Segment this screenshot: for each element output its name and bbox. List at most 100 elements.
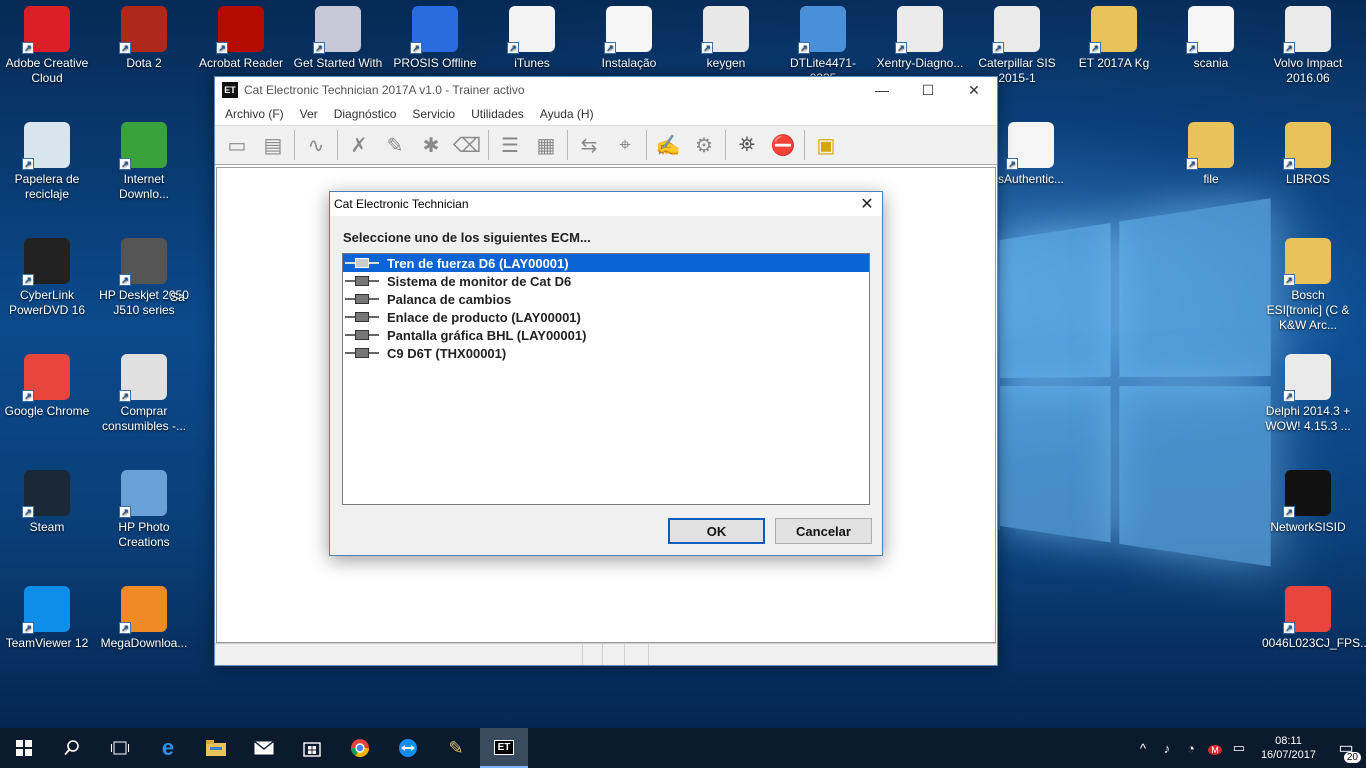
volume-icon[interactable]: ♪ <box>1155 741 1179 756</box>
desktop-icon[interactable]: ↗ Dota 2 <box>98 0 190 71</box>
menu-servicio[interactable]: Servicio <box>404 107 463 121</box>
ecm-list-item[interactable]: Palanca de cambios <box>343 290 869 308</box>
desktop-icon[interactable]: ↗DTLite4471-0335 <box>777 0 869 86</box>
itunes-icon: ↗ <box>507 6 555 54</box>
mail-icon[interactable] <box>240 728 288 768</box>
desktop-icon[interactable]: ↗ Xentry-Diagno... <box>874 0 966 71</box>
ecm-list-item[interactable]: Tren de fuerza D6 (LAY00001) <box>343 254 869 272</box>
clock[interactable]: 08:11 16/07/2017 <box>1251 734 1326 762</box>
file-explorer-icon[interactable] <box>192 728 240 768</box>
desktop-icon[interactable]: ↗ ET 2017A Kg <box>1068 0 1160 71</box>
task-view-icon[interactable] <box>96 728 144 768</box>
dialog-titlebar[interactable]: Cat Electronic Technician ✕ <box>330 192 882 216</box>
diag-codes-icon[interactable]: ✎ <box>377 128 413 162</box>
menu-ver[interactable]: Ver <box>292 107 326 121</box>
disconnect-icon[interactable]: ⛔ <box>765 128 801 162</box>
desktop-icon[interactable]: ↗ Instalação <box>583 0 675 71</box>
desktop-icon[interactable]: ↗ scania <box>1165 0 1257 71</box>
folder-icon: ↗ <box>1283 122 1331 170</box>
diag-test-icon[interactable]: ✗ <box>341 128 377 162</box>
close-button[interactable]: ✕ <box>951 77 997 103</box>
event-codes-icon[interactable]: ✱ <box>413 128 449 162</box>
maximize-button[interactable]: ☐ <box>905 77 951 103</box>
calibrate-icon[interactable]: ⌖ <box>607 128 643 162</box>
desktop-icon[interactable]: ↗ Bosch ESI[tronic] (C & K&W Arc... <box>1262 232 1354 333</box>
taskbar: e ✎ ET ^ ♪ ◔ M ▭ 08:11 16/07/2017 ▭ 20 <box>0 728 1366 768</box>
ecm-list-item[interactable]: Sistema de monitor de Cat D6 <box>343 272 869 290</box>
ok-button[interactable]: OK <box>668 518 765 544</box>
desktop-icon[interactable]: ↗ 0046L023CJ_FPS... <box>1262 580 1366 651</box>
action-center-icon[interactable]: ▭ 20 <box>1326 728 1366 768</box>
clear-codes-icon[interactable]: ⌫ <box>449 128 485 162</box>
status-icon[interactable]: ☰ <box>492 128 528 162</box>
desktop-icon[interactable]: ↗ Delphi 2014.3 + WOW! 4.15.3 ... <box>1262 348 1354 434</box>
desktop-icon[interactable]: ↗ NetworkSISID <box>1262 464 1354 535</box>
desktop-icon[interactable]: ↗ sAuthentic... <box>985 116 1077 187</box>
recycle-bin-icon: ↗ <box>22 122 70 170</box>
desktop-icon[interactable]: ↗ Internet Downlo... <box>98 116 190 202</box>
menu-archivo[interactable]: Archivo (F) <box>217 107 292 121</box>
ecm-list[interactable]: Tren de fuerza D6 (LAY00001) Sistema de m… <box>342 253 870 505</box>
ecm-select-dialog[interactable]: Cat Electronic Technician ✕ Seleccione u… <box>329 191 883 556</box>
desktop-icon-label: PROSIS Offline <box>393 56 477 70</box>
ecm-summary-icon[interactable]: ▦ <box>528 128 564 162</box>
minimize-button[interactable]: — <box>859 77 905 103</box>
desktop-icon[interactable]: ↗ Steam <box>1 464 93 535</box>
desktop-icon-label: Papelera de reciclaje <box>14 172 80 201</box>
print-icon[interactable]: ▤ <box>255 128 291 162</box>
configuration-icon[interactable]: ✍ <box>650 128 686 162</box>
desktop-icon[interactable]: ↗ HP Photo Creations <box>98 464 190 550</box>
cancel-button[interactable]: Cancelar <box>775 518 872 544</box>
desktop-icon[interactable]: ↗ CyberLink PowerDVD 16 <box>1 232 93 318</box>
desktop-icon[interactable]: ↗ HP Deskjet 2050 J510 series <box>98 232 190 318</box>
desktop-icon[interactable]: ↗ MegaDownloa... <box>98 580 190 651</box>
desktop-icon[interactable]: ↗ LIBROS <box>1262 116 1354 187</box>
search-icon[interactable] <box>48 728 96 768</box>
desktop-icon[interactable]: ↗ Get Started With <box>292 0 384 71</box>
desktop-icon[interactable]: ↗ PROSIS Offline <box>389 0 481 71</box>
desktop-icon[interactable]: ↗ iTunes <box>486 0 578 71</box>
desktop-icon-label: NetworkSISID <box>1270 520 1346 534</box>
waveform-icon[interactable]: ∿ <box>298 128 334 162</box>
start-button[interactable] <box>0 728 48 768</box>
desktop-icon[interactable]: ↗ Caterpillar SIS 2015-1 <box>971 0 1063 86</box>
connect-ecm-icon[interactable]: ▣ <box>808 128 844 162</box>
ecm-connector-icon <box>345 329 379 341</box>
desktop-icon[interactable]: ↗ Google Chrome <box>1 348 93 419</box>
desktop-icon[interactable]: ↗ TeamViewer 12 <box>1 580 93 651</box>
battery-icon[interactable]: ▭ <box>1227 740 1251 756</box>
mega-tray-icon[interactable]: M <box>1203 741 1227 756</box>
folder-icon: ↗ <box>1089 6 1137 54</box>
menu-utilidades[interactable]: Utilidades <box>463 107 532 121</box>
ecm-list-item[interactable]: Pantalla gráfica BHL (LAY00001) <box>343 326 869 344</box>
acrobat-icon: ↗ <box>216 6 264 54</box>
menu-diagnostico[interactable]: Diagnóstico <box>326 107 405 121</box>
flash-icon[interactable]: ⇆ <box>571 128 607 162</box>
desktop-icon[interactable]: ↗ Papelera de reciclaje <box>1 116 93 202</box>
chevron-up-icon[interactable]: ^ <box>1131 741 1155 756</box>
desktop-icon[interactable]: ↗ Volvo Impact 2016.06 <box>1262 0 1354 86</box>
desktop-icon-label: Xentry-Diagno... <box>876 56 964 70</box>
paint-taskbar-icon[interactable]: ✎ <box>432 728 480 768</box>
ecm-list-item[interactable]: C9 D6T (THX00001) <box>343 344 869 362</box>
desktop-icon[interactable]: ↗ Acrobat Reader <box>195 0 287 71</box>
wifi-icon[interactable]: ◔ <box>1179 741 1203 756</box>
desktop-icon[interactable]: ↗ keygen <box>680 0 772 71</box>
ecm-list-item[interactable]: Enlace de producto (LAY00001) <box>343 308 869 326</box>
edge-icon[interactable]: e <box>144 728 192 768</box>
et-taskbar-button[interactable]: ET <box>480 728 528 768</box>
teamviewer-taskbar-icon[interactable] <box>384 728 432 768</box>
desktop-icon[interactable]: ↗ Comprar consumibles -... <box>98 348 190 434</box>
menu-ayuda[interactable]: Ayuda (H) <box>532 107 602 121</box>
print-preview-icon[interactable]: ▭ <box>219 128 255 162</box>
desktop-icon[interactable]: ↗ file <box>1165 116 1257 187</box>
document-icon: ↗ <box>1006 122 1054 170</box>
chrome-taskbar-icon[interactable] <box>336 728 384 768</box>
settings-icon[interactable]: ⚙ <box>686 128 722 162</box>
chrome-icon: ↗ <box>1283 586 1331 634</box>
binoculars-icon[interactable]: ⛯ <box>729 128 765 162</box>
store-icon[interactable] <box>288 728 336 768</box>
dialog-close-button[interactable]: ✕ <box>852 194 882 214</box>
desktop-icon[interactable]: ↗ Adobe Creative Cloud <box>1 0 93 86</box>
window-titlebar[interactable]: ET Cat Electronic Technician 2017A v1.0 … <box>215 77 997 103</box>
